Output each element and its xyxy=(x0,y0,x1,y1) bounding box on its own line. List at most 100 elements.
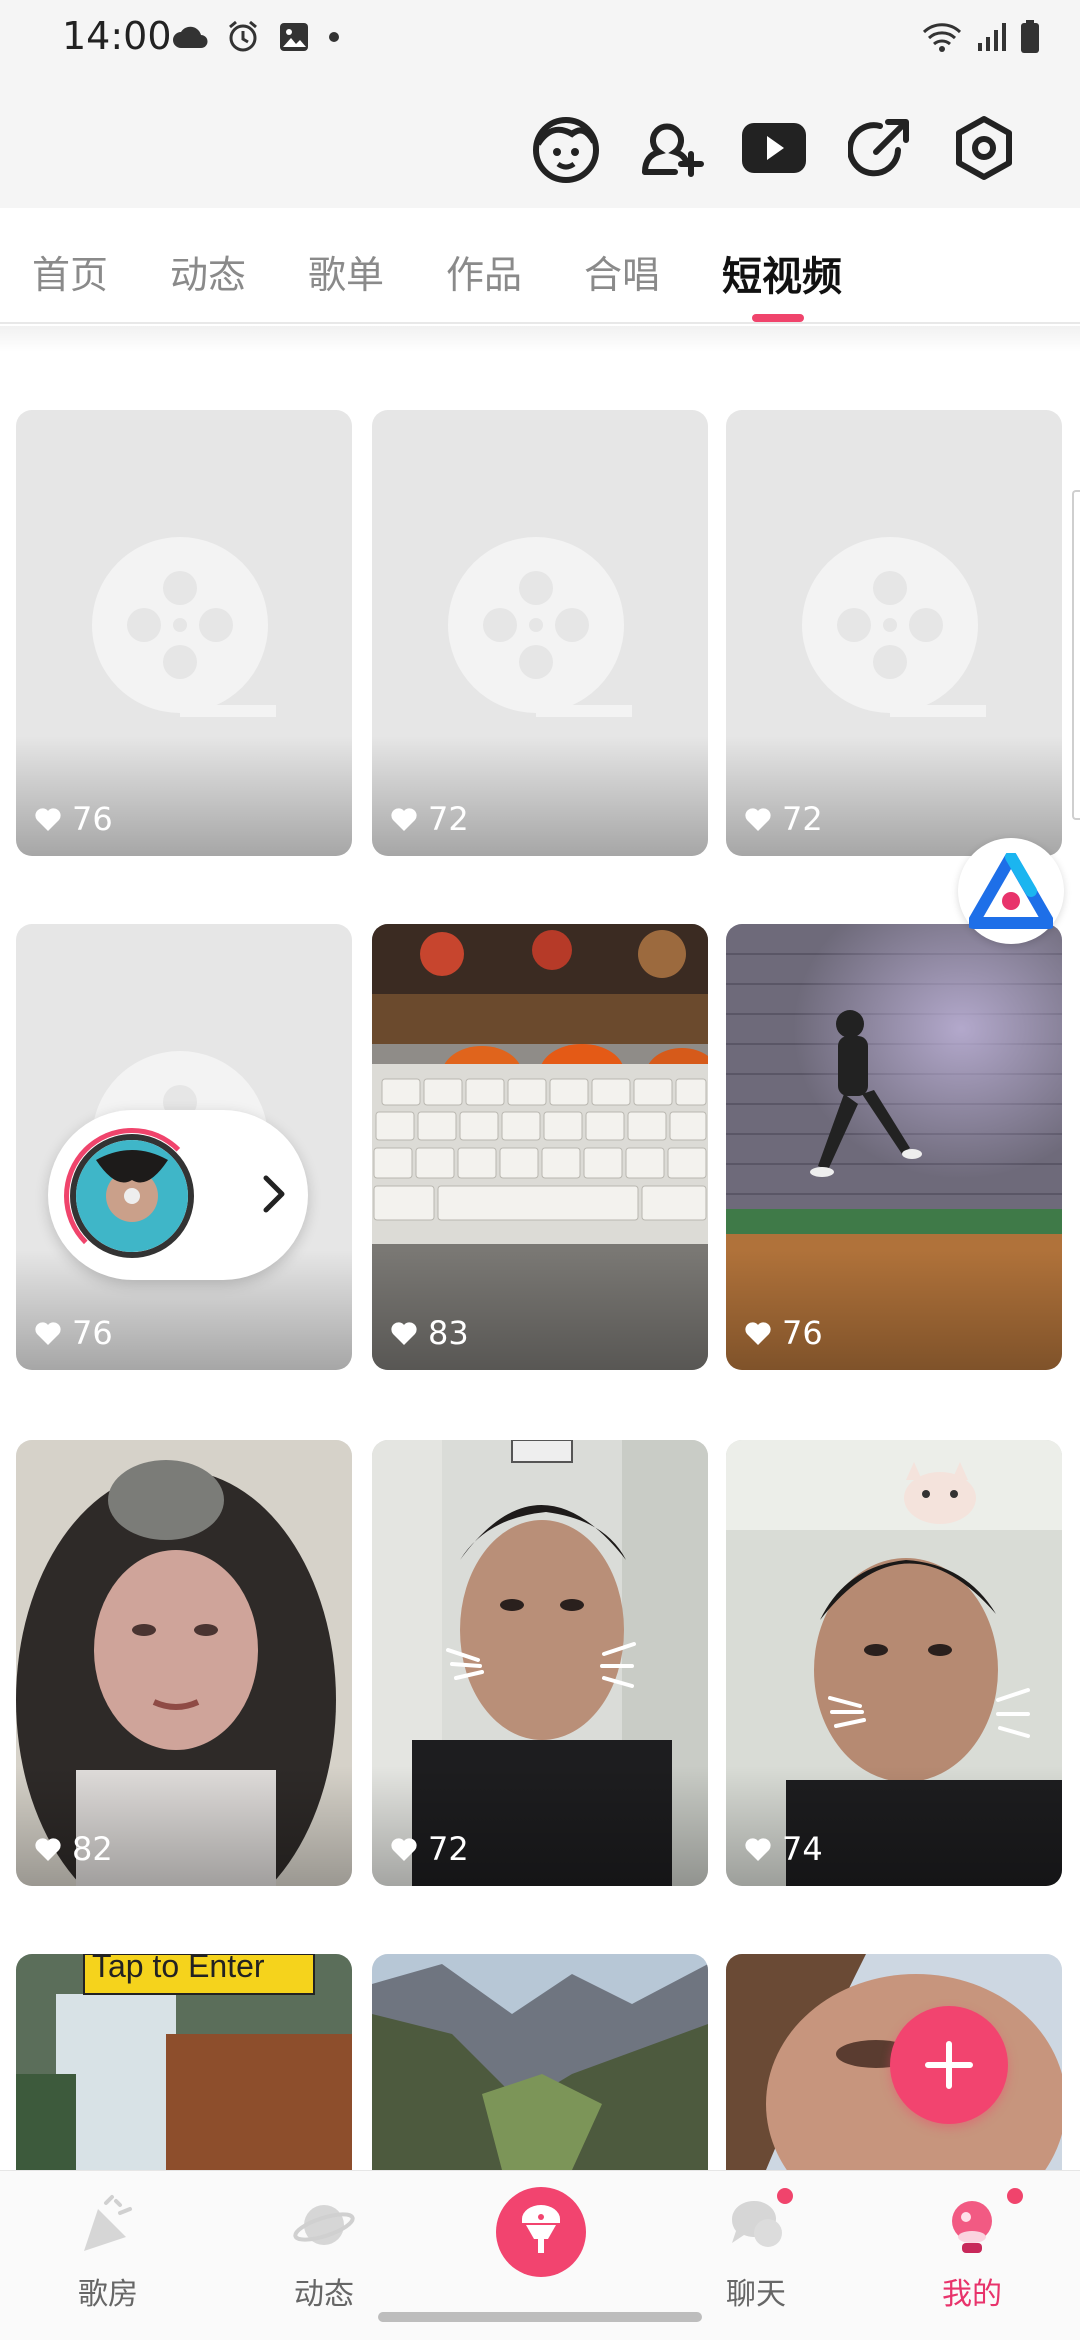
active-tab-indicator xyxy=(752,314,804,322)
share-icon[interactable] xyxy=(842,110,918,186)
tile-gradient xyxy=(16,736,352,856)
battery-icon xyxy=(1021,20,1039,53)
like-count: 76 xyxy=(34,800,113,838)
chat-unread-badge xyxy=(774,2185,796,2207)
like-count-text: 76 xyxy=(782,1314,823,1352)
tab-playlists[interactable]: 歌单 xyxy=(308,244,384,299)
heart-icon xyxy=(745,1838,771,1861)
heart-icon xyxy=(391,808,417,831)
heart-icon xyxy=(745,1322,771,1345)
add-friend-icon[interactable] xyxy=(632,110,708,186)
status-right-icons xyxy=(922,20,1040,54)
nav-label: 歌房 xyxy=(78,2277,138,2312)
plus-icon xyxy=(925,2041,973,2089)
like-count-text: 72 xyxy=(428,1830,469,1868)
nav-label: 聊天 xyxy=(726,2277,786,2312)
like-count: 76 xyxy=(34,1314,113,1352)
profile-unread-badge xyxy=(1004,2185,1026,2207)
tap-to-enter-label: Tap to Enter xyxy=(92,1954,265,1984)
service-logo-button[interactable] xyxy=(958,838,1064,944)
chevron-right-icon[interactable] xyxy=(260,1172,288,1216)
status-bar: 14:00 xyxy=(0,0,1080,80)
video-thumbnail-mountain-valley xyxy=(372,1954,708,2170)
film-reel-icon xyxy=(802,537,986,717)
tab-works[interactable]: 作品 xyxy=(446,244,522,299)
dot-icon xyxy=(329,32,339,42)
cloud-icon xyxy=(173,26,208,48)
tile-gradient xyxy=(16,1766,352,1886)
planet-icon xyxy=(293,2205,355,2245)
video-tile[interactable]: 82 xyxy=(16,1440,352,1886)
tab-divider-shadow xyxy=(0,326,1080,352)
face-avatar-icon[interactable] xyxy=(528,110,604,186)
nav-label: 我的 xyxy=(942,2277,1002,2312)
nav-item-karaoke-room[interactable]: 歌房 xyxy=(0,2171,216,2321)
microphone-button[interactable] xyxy=(496,2187,586,2277)
film-reel-icon xyxy=(92,537,276,717)
service-logo-icon xyxy=(969,853,1053,929)
tile-gradient xyxy=(372,736,708,856)
video-tile[interactable]: 76 xyxy=(16,410,352,856)
video-tile[interactable]: Tap to Enter xyxy=(16,1954,352,2170)
settings-hexagon-icon[interactable] xyxy=(946,110,1022,186)
scroll-edge-handle[interactable] xyxy=(1072,490,1080,820)
video-play-icon[interactable] xyxy=(736,110,812,186)
tile-gradient xyxy=(726,1766,1062,1886)
like-count: 72 xyxy=(390,800,469,838)
like-count-text: 76 xyxy=(72,800,113,838)
add-video-button[interactable] xyxy=(890,2006,1008,2124)
like-count-text: 74 xyxy=(782,1830,823,1868)
like-count: 76 xyxy=(744,1314,823,1352)
tile-gradient xyxy=(372,1250,708,1370)
video-tile[interactable]: 76 xyxy=(726,924,1062,1370)
video-thumbnail-tap-to-enter xyxy=(16,1954,352,2170)
like-count-text: 83 xyxy=(428,1314,469,1352)
film-reel-icon xyxy=(448,537,632,717)
video-tile[interactable]: 74 xyxy=(726,1440,1062,1886)
nav-item-chat[interactable]: 聊天 xyxy=(648,2171,864,2321)
like-count: 74 xyxy=(744,1830,823,1868)
nav-label: 动态 xyxy=(294,2277,354,2312)
heart-icon xyxy=(35,1322,61,1345)
like-count: 82 xyxy=(34,1830,113,1868)
heart-icon xyxy=(35,1838,61,1861)
tab-home[interactable]: 首页 xyxy=(32,244,108,299)
tab-short-videos[interactable]: 短视频 xyxy=(722,244,842,302)
like-count-text: 72 xyxy=(428,800,469,838)
nav-item-me[interactable]: 我的 xyxy=(864,2171,1080,2321)
floating-player[interactable] xyxy=(48,1110,308,1280)
like-count-text: 76 xyxy=(72,1314,113,1352)
heart-icon xyxy=(391,1838,417,1861)
heart-icon xyxy=(35,808,61,831)
home-indicator[interactable] xyxy=(378,2312,702,2322)
status-time: 14:00 xyxy=(62,14,172,58)
video-tile[interactable] xyxy=(372,1954,708,2170)
like-count: 83 xyxy=(390,1314,469,1352)
like-count: 72 xyxy=(390,1830,469,1868)
heart-icon xyxy=(391,1322,417,1345)
microphone-icon xyxy=(522,2205,560,2253)
video-tile[interactable]: 72 xyxy=(372,1440,708,1886)
profile-orb-icon xyxy=(952,2201,992,2253)
like-count-text: 72 xyxy=(782,800,823,838)
tile-gradient xyxy=(726,1250,1062,1370)
tab-chorus[interactable]: 合唱 xyxy=(584,244,660,299)
top-toolbar xyxy=(0,80,1080,208)
nav-item-moments[interactable]: 动态 xyxy=(216,2171,432,2321)
status-left-icons xyxy=(172,20,340,54)
tab-moments[interactable]: 动态 xyxy=(170,244,246,299)
heart-icon xyxy=(745,808,771,831)
player-progress-ring xyxy=(64,1128,200,1264)
wifi-icon xyxy=(922,23,962,52)
like-count-text: 82 xyxy=(72,1830,113,1868)
profile-tabs: 首页 动态 歌单 作品 合唱 短视频 xyxy=(0,208,1080,324)
gallery-icon xyxy=(280,23,308,51)
party-popper-icon xyxy=(84,2195,132,2251)
tile-gradient xyxy=(372,1766,708,1886)
video-tile[interactable]: 72 xyxy=(726,410,1062,856)
video-tile[interactable]: 83 xyxy=(372,924,708,1370)
nav-item-sing[interactable] xyxy=(432,2171,648,2321)
video-tile[interactable]: 72 xyxy=(372,410,708,856)
signal-icon xyxy=(978,23,1006,51)
alarm-icon xyxy=(229,20,257,52)
